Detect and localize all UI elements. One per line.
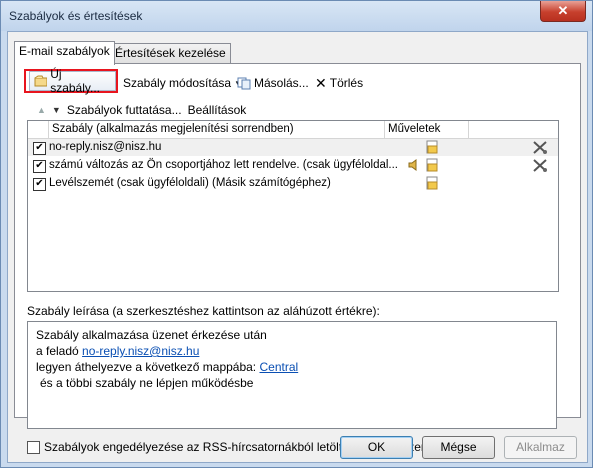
rule-checkbox[interactable]: ✔ bbox=[33, 160, 46, 173]
rule-name: no-reply.nisz@nisz.hu bbox=[49, 141, 162, 153]
copy-icon bbox=[237, 77, 251, 89]
move-folder-icon bbox=[426, 140, 438, 154]
close-icon: ✕ bbox=[557, 3, 569, 18]
modify-rule-label: Szabály módosítása bbox=[123, 76, 232, 90]
description-line: legyen áthelyezve a következő mappába: C… bbox=[36, 360, 298, 374]
description-label: Szabály leírása (a szerkesztéshez kattin… bbox=[27, 304, 380, 318]
rule-checkbox[interactable]: ✔ bbox=[33, 142, 46, 155]
modify-rule-button[interactable]: Szabály módosítása ▼ bbox=[123, 72, 242, 94]
new-rule-label: Új szabály... bbox=[50, 67, 101, 95]
rule-row[interactable]: ✔ számú változás az Ön csoportjához lett… bbox=[28, 157, 558, 174]
rules-list: Szabály (alkalmazás megjelenítési sorren… bbox=[27, 120, 559, 292]
rule-column-header[interactable]: Szabály (alkalmazás megjelenítési sorren… bbox=[52, 123, 294, 135]
move-up-icon[interactable]: ▲ bbox=[37, 105, 46, 115]
run-rules-link[interactable]: Szabályok futtatása... bbox=[67, 103, 182, 117]
description-line: és a többi szabály ne lépjen működésbe bbox=[40, 376, 254, 390]
sender-prefix: a feladó bbox=[36, 344, 79, 358]
folder-link[interactable]: Central bbox=[260, 360, 299, 374]
options-link[interactable]: Beállítások bbox=[188, 103, 247, 117]
folder-prefix: legyen áthelyezve a következő mappába: bbox=[36, 360, 257, 374]
actions-column-header[interactable]: Műveletek bbox=[388, 123, 440, 135]
move-folder-icon bbox=[426, 176, 438, 190]
list-header: Szabály (alkalmazás megjelenítési sorren… bbox=[28, 121, 558, 139]
delete-icon: ✕ bbox=[315, 74, 327, 91]
description-line: a feladó no-reply.nisz@nisz.hu bbox=[36, 344, 199, 358]
close-button[interactable]: ✕ bbox=[540, 1, 586, 22]
delete-label: Törlés bbox=[329, 76, 364, 90]
rule-order-controls: ▲ ▼ Szabályok futtatása... Beállítások bbox=[37, 103, 246, 117]
rule-checkbox[interactable]: ✔ bbox=[33, 178, 46, 191]
cancel-button[interactable]: Mégse bbox=[422, 436, 495, 459]
description-line: Szabály alkalmazása üzenet érkezése után bbox=[36, 328, 267, 342]
move-folder-icon bbox=[426, 158, 438, 172]
sender-link[interactable]: no-reply.nisz@nisz.hu bbox=[82, 344, 199, 358]
delete-button[interactable]: ✕ Törlés bbox=[315, 72, 363, 94]
sound-icon bbox=[408, 159, 417, 171]
new-rule-icon bbox=[34, 75, 48, 87]
rule-name: Levélszemét (csak ügyféloldali) (Másik s… bbox=[49, 177, 331, 189]
ok-button[interactable]: OK bbox=[340, 436, 413, 459]
tab-email-rules-label: E-mail szabályok bbox=[19, 44, 110, 58]
rule-description-box: Szabály alkalmazása üzenet érkezése után… bbox=[27, 321, 557, 429]
new-rule-button[interactable]: Új szabály... bbox=[24, 67, 118, 95]
header-separator bbox=[468, 121, 469, 138]
copy-button[interactable]: Másolás... bbox=[237, 72, 309, 94]
window-title: Szabályok és értesítések bbox=[9, 9, 143, 23]
tab-manage-alerts[interactable]: Értesítések kezelése bbox=[110, 43, 231, 64]
copy-label: Másolás... bbox=[254, 76, 309, 90]
title-bar: Szabályok és értesítések ✕ bbox=[1, 1, 592, 31]
rule-row[interactable]: ✔ Levélszemét (csak ügyféloldali) (Másik… bbox=[28, 175, 558, 192]
header-separator bbox=[384, 121, 385, 138]
rule-name: számú változás az Ön csoportjához lett r… bbox=[49, 159, 399, 171]
dialog-client: E-mail szabályok Értesítések kezelése Új… bbox=[7, 31, 588, 463]
rule-settings-icon[interactable] bbox=[532, 158, 548, 173]
header-separator bbox=[48, 121, 49, 138]
move-down-icon[interactable]: ▼ bbox=[52, 105, 61, 115]
email-rules-panel: Új szabály... Szabály módosítása ▼ Másol… bbox=[14, 63, 581, 454]
rule-row[interactable]: ✔ no-reply.nisz@nisz.hu bbox=[28, 139, 558, 156]
tab-email-rules[interactable]: E-mail szabályok bbox=[14, 41, 115, 65]
rss-checkbox[interactable] bbox=[27, 440, 40, 454]
tab-manage-alerts-label: Értesítések kezelése bbox=[115, 46, 226, 60]
apply-button[interactable]: Alkalmaz bbox=[504, 436, 577, 459]
rules-dialog: Szabályok és értesítések ✕ E-mail szabál… bbox=[0, 0, 593, 468]
rule-settings-icon[interactable] bbox=[532, 140, 548, 155]
